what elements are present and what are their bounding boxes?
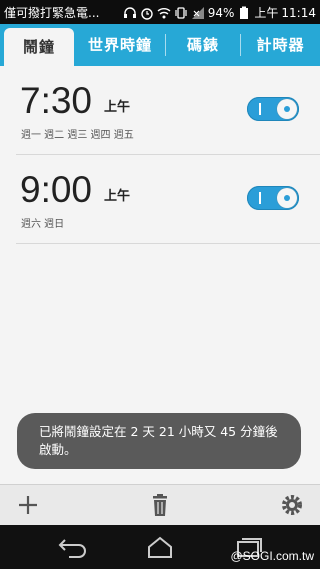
signal-icon	[191, 6, 205, 20]
alarm-repeat-days: 週一 週二 週三 週四 週五	[21, 130, 134, 141]
divider	[16, 243, 320, 244]
tab-alarm[interactable]: 鬧鐘	[4, 28, 74, 66]
battery-icon	[237, 6, 251, 20]
alarm-clock-icon	[140, 6, 154, 20]
home-icon[interactable]	[143, 533, 177, 561]
toggle-on-mark	[259, 103, 261, 115]
tab-world-clock[interactable]: 世界時鐘	[78, 24, 162, 66]
tab-timer[interactable]: 計時器	[241, 24, 320, 66]
bottom-toolbar	[0, 484, 320, 525]
alarm-ampm: 上午	[104, 189, 131, 204]
watermark: @SOGI.com.tw	[230, 549, 314, 563]
toggle-knob	[277, 99, 297, 119]
trash-icon[interactable]	[145, 490, 175, 520]
toggle-on-mark	[259, 192, 261, 204]
alarm-time: 7:30	[20, 80, 93, 121]
alarm-item[interactable]: 7:30 上午 週一 週二 週三 週四 週五	[0, 66, 320, 154]
tab-stopwatch[interactable]: 碼錶	[166, 24, 240, 66]
wifi-icon	[157, 6, 171, 20]
headset-icon	[123, 6, 137, 20]
plus-icon[interactable]	[13, 490, 43, 520]
alarm-repeat-days: 週六 週日	[21, 219, 65, 230]
alarm-toggle[interactable]	[247, 186, 299, 210]
alarm-time: 9:00	[20, 169, 93, 210]
status-time-ampm: 上午	[254, 6, 279, 20]
vibrate-icon	[174, 6, 188, 20]
tab-bar: 鬧鐘 世界時鐘 碼錶 計時器	[0, 24, 320, 66]
battery-percent: 94%	[207, 5, 235, 20]
alarm-ampm: 上午	[104, 100, 131, 115]
navigation-bar: @SOGI.com.tw	[0, 525, 320, 569]
toggle-knob	[277, 188, 297, 208]
toast-message: 已將鬧鐘設定在 2 天 21 小時又 45 分鐘後啟動。	[17, 413, 301, 469]
status-icons: 94% 上午 11:14	[123, 4, 316, 21]
alarm-toggle[interactable]	[247, 97, 299, 121]
status-time: 11:14	[281, 5, 316, 20]
carrier-text: 僅可撥打緊急電...	[4, 6, 100, 20]
gear-icon[interactable]	[277, 490, 307, 520]
alarm-item[interactable]: 9:00 上午 週六 週日	[0, 155, 320, 243]
status-bar: 僅可撥打緊急電... 94% 上午 11:14	[0, 0, 320, 24]
back-icon[interactable]	[55, 533, 89, 561]
